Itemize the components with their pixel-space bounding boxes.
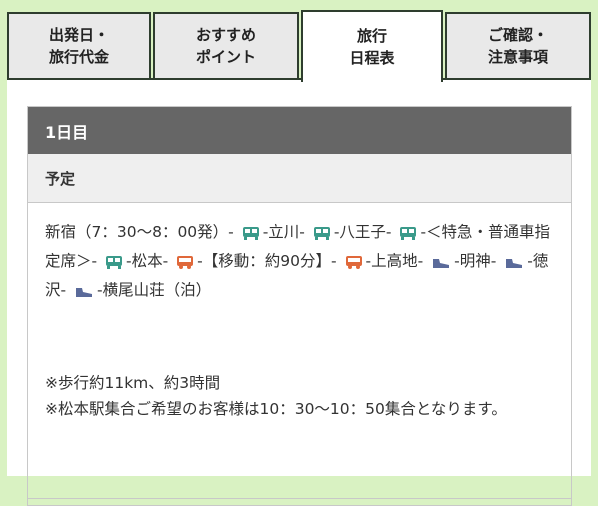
itinerary-seg: -明神- [454,252,497,270]
bus-icon [345,251,363,277]
walk-shoe-icon [74,280,94,306]
itinerary-seg: -松本- [126,252,169,270]
itinerary-seg: 新宿（7：30～8：00発）- [45,223,234,241]
day-content: 新宿（7：30～8：00発）- -立川- -八王子- -＜特急・普通車指定席＞-… [28,203,571,422]
walk-shoe-icon [431,251,451,277]
train-icon [399,222,417,248]
divider [28,498,571,499]
train-icon [242,222,260,248]
itinerary-seg: -上高地- [365,252,424,270]
note-walking: ※歩行約11km、約3時間 [45,374,221,392]
tab-itinerary[interactable]: 旅行 日程表 [301,10,443,82]
plan-label: 予定 [28,154,571,203]
itinerary-panel: 1日目 予定 新宿（7：30～8：00発）- -立川- -八王子- -＜特急・普… [7,80,591,506]
note-matsumoto-meeting: ※松本駅集合ご希望のお客様は10：30～10：50集合となります。 [45,400,507,418]
day-title: 1日目 [28,107,571,154]
day-box: 1日目 予定 新宿（7：30～8：00発）- -立川- -八王子- -＜特急・普… [27,106,572,506]
tab-bar: 出発日・ 旅行代金 おすすめ ポイント 旅行 日程表 ご確認・ 注意事項 [0,0,598,82]
itinerary-seg: -八王子- [333,223,392,241]
tab-notes[interactable]: ご確認・ 注意事項 [445,12,591,80]
itinerary-seg: -【移動：約90分】- [197,252,337,270]
tab-departure-price[interactable]: 出発日・ 旅行代金 [7,12,151,80]
itinerary-seg: -立川- [262,223,305,241]
itinerary-seg: -横尾山荘（泊） [97,281,212,299]
train-icon [105,251,123,277]
train-icon [313,222,331,248]
walk-shoe-icon [504,251,524,277]
itinerary-text: 新宿（7：30～8：00発）- -立川- -八王子- -＜特急・普通車指定席＞-… [45,219,555,306]
tab-recommended-points[interactable]: おすすめ ポイント [153,12,299,80]
bus-icon [176,251,194,277]
